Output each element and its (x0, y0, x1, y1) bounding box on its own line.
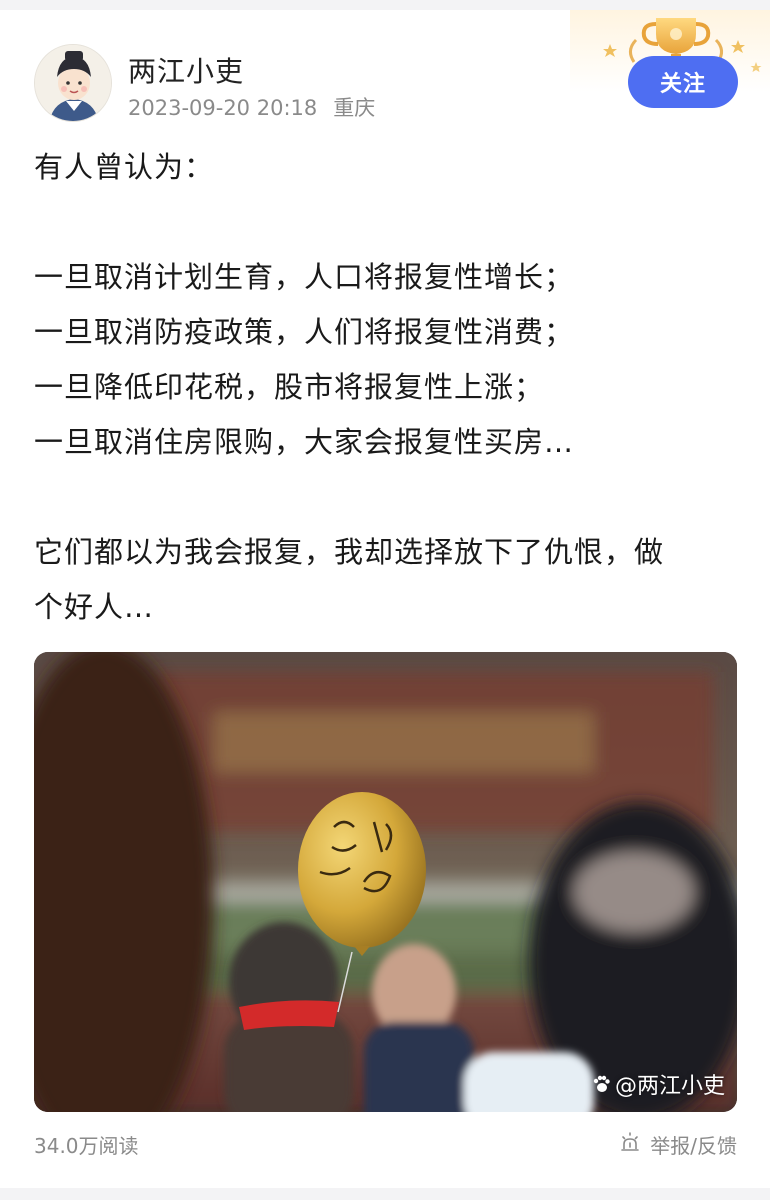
post-line: 一旦降低印花税，股市将报复性上涨； (34, 370, 545, 404)
post-body: 有人曾认为： 一旦取消计划生育，人口将报复性增长； 一旦取消防疫政策，人们将报复… (34, 140, 736, 635)
cartoon-official-avatar-icon (35, 45, 111, 121)
report-label: 举报/反馈 (650, 1134, 737, 1158)
post-meta: 2023-09-20 20:18 重庆 (128, 92, 375, 122)
read-count: 34.0万阅读 (34, 1134, 139, 1158)
post-line (34, 195, 736, 250)
post-line: 一旦取消计划生育，人口将报复性增长； (34, 260, 575, 294)
post-line: 一旦取消住房限购，大家会报复性买房… (34, 425, 575, 459)
post-line (34, 470, 736, 525)
post-location: 重庆 (333, 96, 376, 120)
author-avatar[interactable] (34, 44, 112, 122)
post-footer: 34.0万阅读 举报/反馈 (34, 1128, 737, 1164)
watermark-text: @两江小吏 (614, 1074, 725, 1099)
post-line: 一旦取消防疫政策，人们将报复性消费； (34, 315, 575, 349)
paw-icon (591, 1074, 611, 1094)
post-line: 个好人… (34, 590, 155, 624)
report-icon (618, 1130, 642, 1159)
top-divider (0, 0, 770, 10)
bottom-divider (0, 1188, 770, 1200)
post-date: 2023-09-20 20:18 (128, 96, 318, 120)
follow-button[interactable]: 关注 (628, 56, 738, 108)
yellow-balloon-photo-icon (34, 652, 737, 1112)
photo-watermark: @两江小吏 (591, 1068, 725, 1100)
post-photo[interactable]: @两江小吏 (34, 652, 737, 1112)
post-line: 有人曾认为： (34, 150, 215, 184)
report-feedback-link[interactable]: 举报/反馈 (618, 1130, 737, 1159)
author-name[interactable]: 两江小吏 (128, 50, 244, 90)
post-line: 它们都以为我会报复，我却选择放下了仇恨，做 (34, 535, 665, 569)
